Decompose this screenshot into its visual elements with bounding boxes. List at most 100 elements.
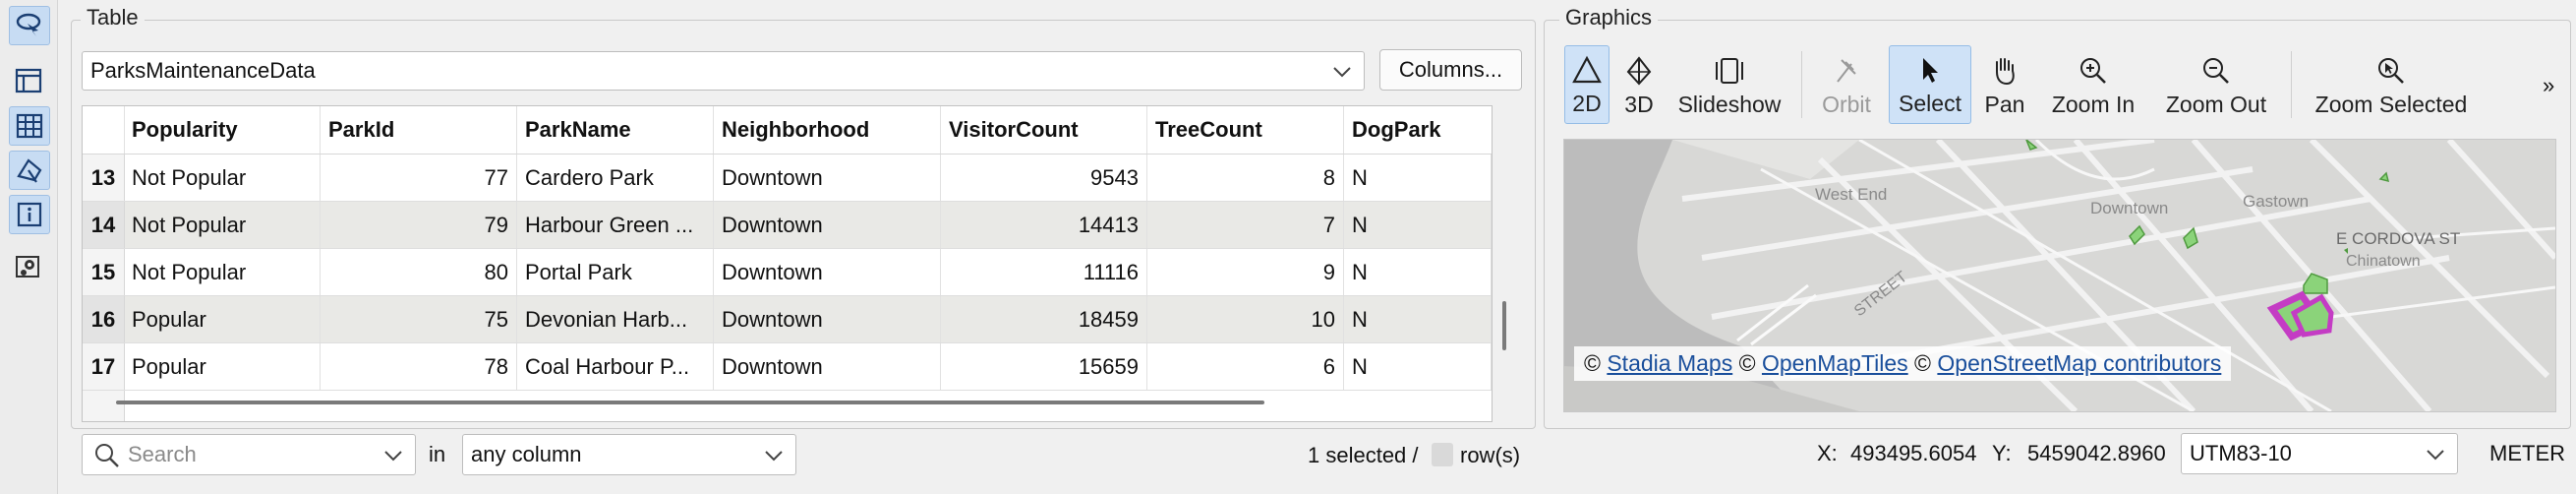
search-icon [94,443,120,474]
table-cell[interactable]: 10 [1147,296,1344,342]
table-cell[interactable]: Not Popular [124,249,321,295]
column-header[interactable]: DogPark [1344,106,1492,154]
row-number[interactable]: 16 [83,296,125,342]
horizontal-scrollbar[interactable] [116,401,1264,404]
vertical-scrollbar[interactable] [1502,301,1506,350]
tool-zoom-in[interactable]: Zoom In [2041,45,2145,124]
table-cell[interactable]: Downtown [714,343,941,390]
table-cell[interactable]: 11116 [941,249,1147,295]
table-cell[interactable]: Cardero Park [517,154,714,201]
column-filter-select[interactable]: any column [462,434,796,475]
column-header[interactable]: ParkName [517,106,714,154]
rows-suffix: row(s) [1460,443,1521,467]
x-label: X: [1817,441,1838,465]
tool-2d[interactable]: 2D [1564,45,1610,124]
select-tools-icon[interactable] [9,151,50,190]
table-cell[interactable]: 7 [1147,202,1344,248]
table-cell[interactable]: 18459 [941,296,1147,342]
lasso-select-icon[interactable] [9,6,50,45]
table-cell[interactable]: Downtown [714,202,941,248]
table-cell[interactable]: Downtown [714,296,941,342]
pan-hand-icon [1996,58,2015,86]
table-cell[interactable]: Popular [124,296,321,342]
table-icon[interactable] [9,106,50,146]
table-cell[interactable]: Downtown [714,154,941,201]
dataset-selector[interactable]: ParksMaintenanceData [82,51,1365,91]
table-cell[interactable]: 14413 [941,202,1147,248]
table-cell[interactable]: 77 [321,154,517,201]
map-pin-icon[interactable] [9,248,48,285]
table-row[interactable]: 17 Popular 78 Coal Harbour P... Downtown 1565… [83,343,1492,391]
columns-button[interactable]: Columns... [1379,49,1522,91]
column-header[interactable]: VisitorCount [941,106,1147,154]
table-cell[interactable]: 75 [321,296,517,342]
table-cell[interactable]: 78 [321,343,517,390]
tool-3d[interactable]: 3D [1615,45,1663,124]
table-row[interactable]: 13 Not Popular 77 Cardero Park Downtown 9543 8… [83,154,1492,202]
units-label: METER [2489,441,2565,465]
table-cell[interactable]: 79 [321,202,517,248]
table-cell[interactable]: N [1344,202,1492,248]
toolbar-overflow-button[interactable]: » [2543,73,2554,98]
table-cell[interactable]: Devonian Harb... [517,296,714,342]
graphics-panel-title: Graphics [1559,5,1659,31]
layout-icon[interactable] [9,62,48,99]
table-cell[interactable]: Harbour Green ... [517,202,714,248]
table-row[interactable]: 14 Not Popular 79 Harbour Green ... Downtown… [83,202,1492,249]
column-filter-value: any column [471,442,582,466]
crs-select[interactable]: UTM83-10 [2181,433,2458,474]
column-header[interactable]: Popularity [124,106,321,154]
table-cell[interactable]: N [1344,343,1492,390]
openmaptiles-link[interactable]: OpenMapTiles [1762,350,1908,376]
select-arrow-icon [1923,58,1938,83]
x-coordinate: 493495.6054 [1850,441,1977,465]
chevron-down-icon [2426,441,2445,466]
map-view[interactable]: West End Downtown Gastown E CORDOVA ST C… [1563,139,2556,412]
tool-orbit[interactable]: Orbit [1812,45,1881,124]
tool-slideshow[interactable]: Slideshow [1671,45,1787,124]
table-cell[interactable]: Portal Park [517,249,714,295]
column-header[interactable]: Neighborhood [714,106,941,154]
table-panel-title: Table [81,5,145,31]
table-cell[interactable]: Popular [124,343,321,390]
stadia-maps-link[interactable]: Stadia Maps [1607,350,1732,376]
crs-value: UTM83-10 [2190,441,2292,465]
table-cell[interactable]: 9543 [941,154,1147,201]
table-row[interactable]: 15 Not Popular 80 Portal Park Downtown 11116 9… [83,249,1492,296]
table-cell[interactable]: N [1344,296,1492,342]
table-row[interactable]: 16 Popular 75 Devonian Harb... Downtown 18459… [83,296,1492,343]
table-cell[interactable]: Downtown [714,249,941,295]
row-number[interactable]: 17 [83,343,125,390]
search-placeholder: Search [128,442,197,466]
tool-pan[interactable]: Pan [1978,45,2031,124]
tool-select[interactable]: Select [1889,45,1971,124]
map-label-downtown: Downtown [2090,199,2168,217]
column-header[interactable]: TreeCount [1147,106,1344,154]
table-cell[interactable]: 80 [321,249,517,295]
info-icon[interactable] [9,195,50,234]
table-cell[interactable]: 15659 [941,343,1147,390]
search-input[interactable]: Search [82,434,416,475]
table-cell[interactable]: 6 [1147,343,1344,390]
zoom-selected-icon [2378,58,2404,84]
table-cell[interactable]: Coal Harbour P... [517,343,714,390]
tool-zoom-selected[interactable]: Zoom Selected [2303,45,2480,124]
table-cell[interactable]: N [1344,154,1492,201]
3d-icon [1626,56,1652,86]
table-cell[interactable]: 8 [1147,154,1344,201]
map-label-gastown: Gastown [2243,192,2309,211]
table-cell[interactable]: Not Popular [124,202,321,248]
row-number[interactable]: 15 [83,249,125,295]
table-header: Popularity ParkId ParkName Neighborhood … [83,106,1492,154]
table-cell[interactable]: N [1344,249,1492,295]
openstreetmap-link[interactable]: OpenStreetMap contributors [1937,350,2221,376]
map-attribution: © Stadia Maps © OpenMapTiles © OpenStree… [1574,346,2232,381]
row-count-redacted [1432,443,1453,466]
row-number[interactable]: 13 [83,154,125,201]
column-header[interactable]: ParkId [321,106,517,154]
dataset-name: ParksMaintenanceData [90,58,316,83]
table-cell[interactable]: Not Popular [124,154,321,201]
table-cell[interactable]: 9 [1147,249,1344,295]
row-number[interactable]: 14 [83,202,125,248]
tool-zoom-out[interactable]: Zoom Out [2155,45,2277,124]
